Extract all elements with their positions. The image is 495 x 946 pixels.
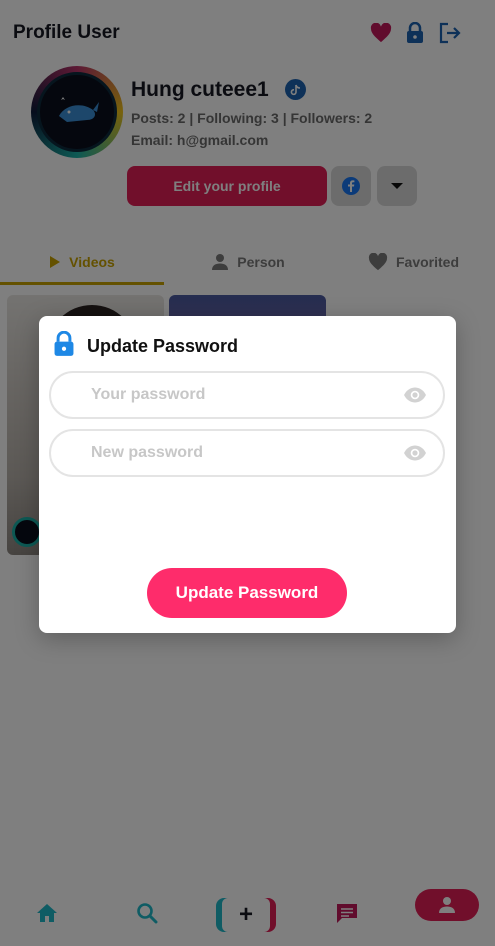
new-password-field bbox=[49, 429, 445, 477]
modal-title: Update Password bbox=[87, 335, 239, 356]
new-password-input[interactable] bbox=[91, 444, 391, 462]
current-password-input[interactable] bbox=[91, 386, 391, 404]
update-password-modal: Update Password Update Password bbox=[39, 316, 456, 633]
lock-icon bbox=[53, 330, 75, 362]
eye-icon[interactable] bbox=[403, 386, 427, 404]
update-password-button[interactable]: Update Password bbox=[147, 568, 347, 618]
current-password-field bbox=[49, 371, 445, 419]
eye-icon[interactable] bbox=[403, 444, 427, 462]
modal-header: Update Password bbox=[53, 330, 239, 362]
